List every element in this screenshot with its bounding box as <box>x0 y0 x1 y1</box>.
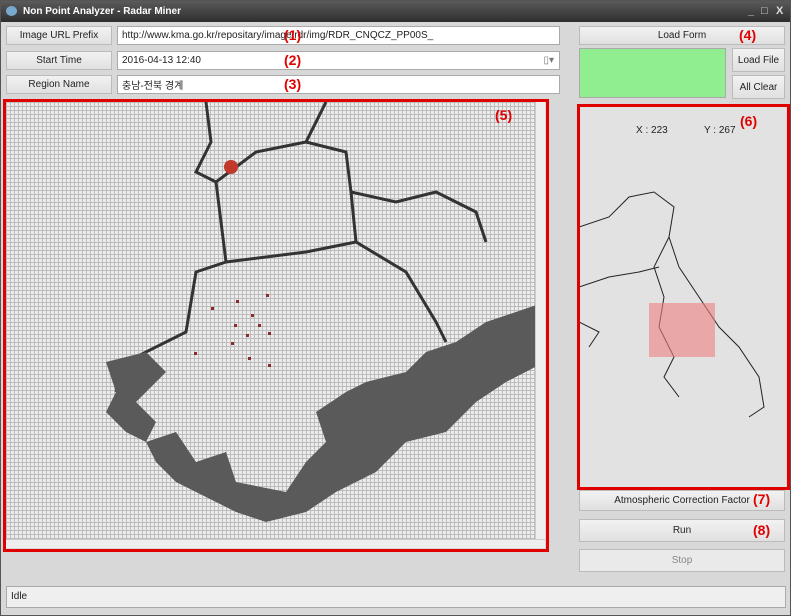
annotation-1: (1) <box>284 27 302 43</box>
app-window: Non Point Analyzer - Radar Miner _ □ X I… <box>0 0 791 616</box>
region-name-input[interactable]: 충남-전북 경계 <box>117 75 560 94</box>
annotation-7: (7) <box>753 491 771 507</box>
minimize-button[interactable]: _ <box>748 1 754 22</box>
window-title: Non Point Analyzer - Radar Miner <box>23 6 181 17</box>
title-bar: Non Point Analyzer - Radar Miner _ □ X <box>1 1 790 22</box>
start-time-value: 2016-04-13 12:40 <box>122 55 201 66</box>
app-icon <box>6 6 17 16</box>
url-prefix-label: Image URL Prefix <box>6 26 112 45</box>
stop-button[interactable]: Stop <box>579 549 785 572</box>
region-name-label: Region Name <box>6 75 112 94</box>
annotation-5: (5) <box>495 107 513 123</box>
annotation-box-5 <box>3 99 549 552</box>
status-bar: Idle <box>6 586 786 608</box>
annotation-3: (3) <box>284 76 302 92</box>
calendar-dropdown-icon[interactable]: ▯▾ <box>543 55 554 66</box>
close-button[interactable]: X <box>776 1 783 22</box>
load-file-button[interactable]: Load File <box>732 48 785 72</box>
color-swatch <box>579 48 726 98</box>
all-clear-button[interactable]: All Clear <box>732 75 785 99</box>
maximize-button[interactable]: □ <box>761 1 768 22</box>
url-prefix-input[interactable]: http://www.kma.go.kr/repositary/image/rd… <box>117 26 560 45</box>
start-time-picker[interactable]: 2016-04-13 12:40 ▯▾ <box>117 51 560 70</box>
annotation-box-6 <box>577 104 790 490</box>
start-time-label: Start Time <box>6 51 112 70</box>
annotation-2: (2) <box>284 52 302 68</box>
annotation-6: (6) <box>740 113 758 129</box>
annotation-4: (4) <box>739 27 757 43</box>
annotation-8: (8) <box>753 522 771 538</box>
